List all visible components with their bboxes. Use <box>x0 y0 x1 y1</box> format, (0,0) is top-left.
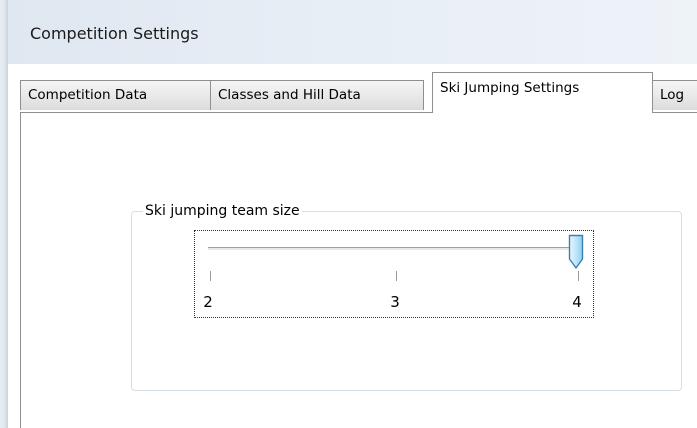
slider-tick-2 <box>210 271 211 281</box>
slider-tick-4 <box>578 271 579 281</box>
tab-classes-and-hill-data[interactable]: Classes and Hill Data <box>210 80 424 110</box>
slider-thumb[interactable] <box>567 234 585 270</box>
tab-log[interactable]: Log <box>652 80 697 110</box>
slider-track <box>208 247 580 250</box>
tab-strip: Competition Data Classes and Hill Data S… <box>20 70 697 113</box>
tab-ski-jumping-settings[interactable]: Ski Jumping Settings <box>432 72 653 113</box>
slider-tick-label-2: 2 <box>203 293 213 311</box>
slider-tick-3 <box>396 271 397 281</box>
window-title: Competition Settings <box>30 24 199 43</box>
tab-competition-data[interactable]: Competition Data <box>20 80 211 110</box>
title-bar[interactable]: Competition Settings <box>8 0 697 64</box>
window-left-frame <box>0 0 8 428</box>
team-size-group-label: Ski jumping team size <box>143 201 302 221</box>
slider-tick-label-4: 4 <box>572 293 582 311</box>
competition-settings-window: Competition Settings Competition Data Cl… <box>0 0 697 428</box>
slider-tick-label-3: 3 <box>390 293 400 311</box>
